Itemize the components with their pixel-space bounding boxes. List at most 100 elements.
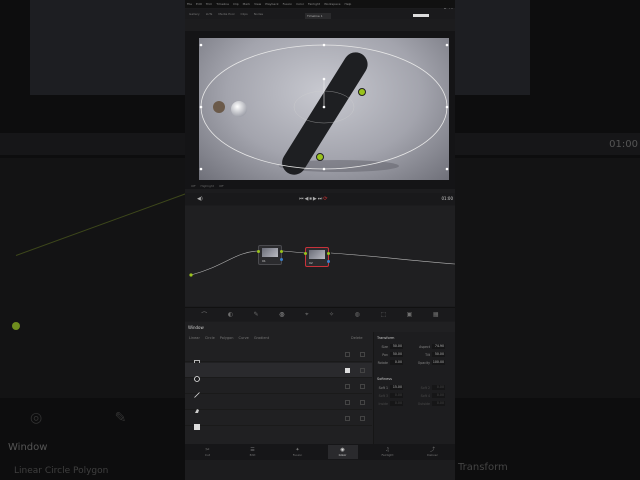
source-port[interactable] (189, 273, 193, 277)
page-tab-edit[interactable]: ☰ Edit (238, 445, 268, 459)
gradient-shape-icon[interactable] (194, 415, 200, 430)
toolbar-luts[interactable]: LUTs (206, 12, 213, 16)
transport-button[interactable]: ⟳ (323, 196, 328, 202)
blur-icon[interactable]: ◍ (355, 311, 360, 318)
window-handle[interactable] (445, 167, 449, 171)
shape-delete-button[interactable] (360, 368, 365, 373)
node-input-port[interactable] (304, 252, 307, 255)
window-handle[interactable] (445, 43, 449, 47)
node-output-port[interactable] (280, 250, 283, 253)
qualifier-icon[interactable]: ◐ (228, 311, 233, 318)
window-handle[interactable] (199, 105, 203, 109)
page-tab-fairlight[interactable]: ♫ Fairlight (373, 445, 403, 459)
shape-enable-checkbox[interactable] (345, 368, 350, 373)
shape-enable-checkbox[interactable] (345, 416, 350, 421)
shape-delete-button[interactable] (360, 400, 365, 405)
menu-item-color[interactable]: Color (296, 2, 304, 6)
window-handle[interactable] (199, 43, 203, 47)
viewer-svg (199, 43, 449, 175)
sizing-icon[interactable]: ▣ (407, 311, 413, 318)
key-icon[interactable]: ⬚ (380, 311, 386, 318)
menu-item-timeline[interactable]: Timeline (216, 2, 229, 6)
viewer-footer-item[interactable]: Highlight (200, 184, 214, 188)
window-handle[interactable] (445, 105, 449, 109)
menu-item-fusion[interactable]: Fusion (283, 2, 293, 6)
shape-row-gradient-window[interactable] (185, 411, 372, 430)
circle-shape-icon[interactable] (194, 367, 200, 382)
shape-row-linear-window[interactable] (185, 379, 372, 398)
node-output-port[interactable] (327, 252, 330, 255)
param-value-field[interactable]: 0.00 (390, 393, 403, 398)
menu-item-trim[interactable]: Trim (206, 2, 212, 6)
param-value-field[interactable]: 0.00 (390, 401, 403, 406)
node-key-port[interactable] (280, 258, 283, 261)
param-value-field[interactable]: 50.00 (390, 352, 403, 357)
window-handle[interactable] (322, 43, 326, 47)
shape-enable-checkbox[interactable] (345, 384, 350, 389)
viewer-footer-item[interactable]: Off (219, 184, 223, 188)
menu-item-clip[interactable]: Clip (233, 2, 239, 6)
magic-mask-icon[interactable]: ✧ (329, 311, 334, 318)
shape-tab-curve[interactable]: Curve (239, 336, 249, 340)
param-value-field[interactable]: 50.00 (432, 352, 445, 357)
timeline-selector[interactable]: Timeline 1 (305, 13, 331, 19)
menu-item-help[interactable]: Help (344, 2, 351, 6)
toolbar-nodes[interactable]: Nodes (254, 12, 263, 16)
shape-row-circle-window[interactable] (185, 363, 372, 382)
shape-row-square-window[interactable] (185, 347, 372, 366)
param-value-field[interactable]: 50.00 (390, 344, 403, 349)
volume-icon[interactable]: ◀) (197, 196, 203, 202)
node-editor[interactable]: 01 02 (185, 206, 455, 306)
page-tab-cut[interactable]: ✂ Cut (193, 445, 223, 459)
param-value-field[interactable]: 0.00 (432, 385, 445, 390)
param-value-field[interactable]: 74.90 (432, 344, 445, 349)
param-value-field[interactable]: 15.00 (390, 385, 403, 390)
toolbar-gallery[interactable]: Gallery (189, 12, 200, 16)
menu-item-file[interactable]: File (187, 2, 192, 6)
shape-enable-checkbox[interactable] (345, 400, 350, 405)
toolbar-clips[interactable]: Clips (240, 12, 247, 16)
menu-item-edit[interactable]: Edit (196, 2, 202, 6)
node-02[interactable]: 02 (304, 247, 330, 267)
param-value-field[interactable]: 0.00 (432, 393, 445, 398)
shape-tab-polygon[interactable]: Polygon (220, 336, 234, 340)
window-icon[interactable]: ◎ (279, 311, 284, 318)
shape-delete-button[interactable] (360, 384, 365, 389)
menu-item-playback[interactable]: Playback (265, 2, 278, 6)
toolbar-media-pool[interactable]: Media Pool (218, 12, 234, 16)
viewer-footer-item[interactable]: Off (191, 184, 195, 188)
shape-delete-button[interactable] (360, 352, 365, 357)
shape-tab-linear[interactable]: Linear (189, 336, 200, 340)
window-handle[interactable] (322, 167, 326, 171)
menu-item-mark[interactable]: Mark (243, 2, 250, 6)
page-tab-fusion[interactable]: ✦ Fusion (283, 445, 313, 459)
node-input-port[interactable] (257, 250, 260, 253)
page-tab-color[interactable]: ◉ Color (327, 445, 358, 459)
3d-icon[interactable]: ▦ (433, 311, 439, 318)
param-value-field[interactable]: 0.00 (432, 401, 445, 406)
shape-tab-gradient[interactable]: Gradient (254, 336, 269, 340)
window-handle[interactable] (322, 105, 326, 109)
node-key-port[interactable] (327, 260, 330, 263)
menu-item-fairlight[interactable]: Fairlight (308, 2, 320, 6)
page-tab-deliver[interactable]: ⤴ Deliver (418, 445, 448, 459)
window-handle[interactable] (322, 77, 326, 81)
polygon-shape-icon[interactable] (194, 399, 200, 413)
shape-tab-circle[interactable]: Circle (205, 336, 215, 340)
menu-item-view[interactable]: View (254, 2, 261, 6)
curves-icon[interactable]: ⌒ (201, 310, 207, 319)
viewer-image[interactable] (199, 38, 449, 180)
param-value-field[interactable]: 0.00 (390, 360, 403, 365)
shape-row-polygon-window[interactable] (185, 395, 372, 413)
window-handle[interactable] (199, 167, 203, 171)
shape-enable-checkbox[interactable] (345, 352, 350, 357)
timecode-field[interactable] (413, 14, 429, 17)
square-shape-icon[interactable] (194, 351, 200, 366)
node-01[interactable]: 01 (257, 245, 283, 265)
eyedropper-icon[interactable]: ✎ (254, 311, 259, 318)
menu-item-workspace[interactable]: Workspace (324, 2, 340, 6)
tracker-icon[interactable]: ⌖ (305, 311, 308, 319)
linear-shape-icon[interactable] (194, 383, 200, 398)
shape-delete-button[interactable] (360, 416, 365, 421)
param-value-field[interactable]: 100.00 (432, 360, 445, 365)
